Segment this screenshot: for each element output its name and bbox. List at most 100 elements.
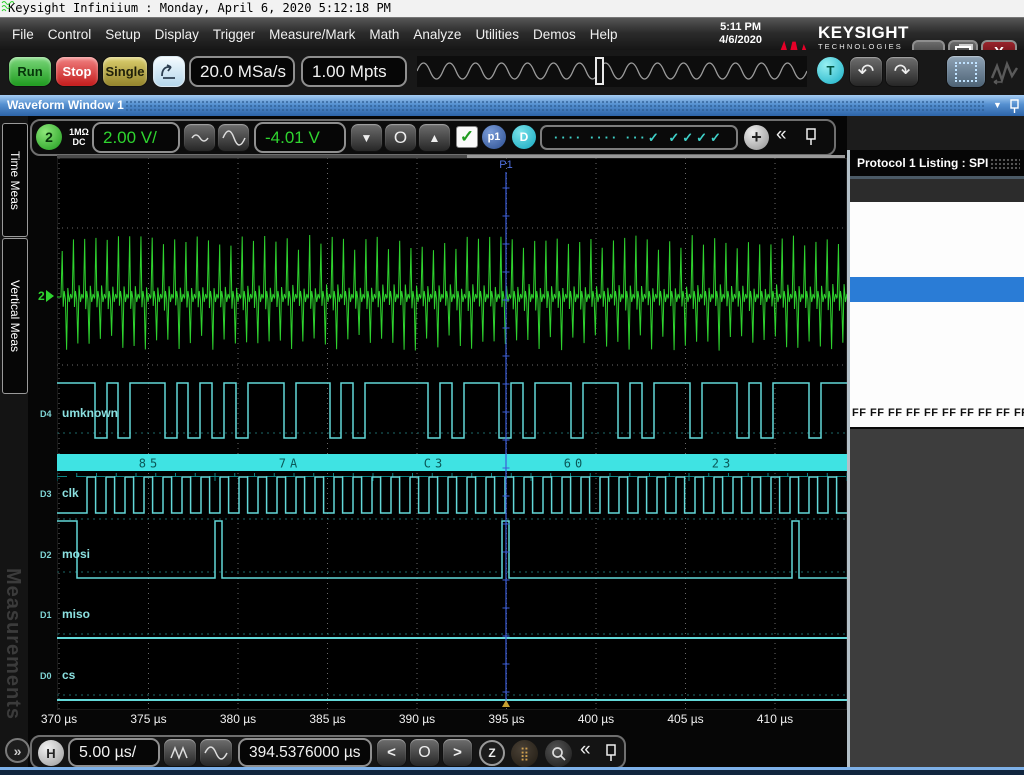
clock-time: 5:11 PM [719, 21, 762, 34]
menu-item-measure-mark[interactable]: Measure/Mark [269, 27, 355, 42]
waveform-window-titlebar[interactable]: Waveform Window 1 ▼ [0, 95, 1024, 116]
window-menu-chevron-icon[interactable]: ▼ [993, 95, 1002, 116]
channel2-ground-marker[interactable]: 2 [38, 289, 54, 303]
channel-label-id-d3[interactable]: D3 [40, 489, 52, 499]
d4-waveform[interactable] [57, 383, 847, 438]
protocol-data-row[interactable]: FF FF FF FF FF FF FF FF FF FF [850, 402, 1024, 429]
horizontal-position-display[interactable] [417, 56, 807, 87]
horizontal-position-slider[interactable] [595, 57, 604, 85]
channel-2-badge[interactable]: 2 [36, 124, 62, 150]
position-right-button[interactable]: > [442, 738, 473, 767]
d2-mosi-waveform[interactable] [57, 521, 847, 578]
menu-item-setup[interactable]: Setup [105, 27, 140, 42]
protocol-row-4[interactable] [850, 302, 1024, 329]
channel-label-name-d1[interactable]: miso [62, 607, 90, 621]
single-button[interactable]: Single [102, 56, 148, 87]
trigger-badge[interactable]: T [817, 57, 844, 84]
menu-item-help[interactable]: Help [590, 27, 618, 42]
offset-zero-button[interactable]: O [384, 123, 417, 152]
protocol-row-0[interactable] [850, 202, 1024, 229]
pin-icon[interactable] [1008, 99, 1020, 113]
scale-increase-button[interactable] [217, 123, 250, 152]
position-zero-button[interactable]: O [409, 738, 440, 767]
menu-item-trigger[interactable]: Trigger [213, 27, 255, 42]
protocol-row-2[interactable] [850, 252, 1024, 279]
collapse-chevrons-icon[interactable]: « [580, 739, 591, 761]
touch-button[interactable] [153, 56, 185, 87]
compressed-wave-icon [170, 746, 190, 760]
panel-grip-texture [990, 158, 1020, 169]
search-button[interactable] [545, 740, 572, 767]
expand-panel-button[interactable]: » [5, 738, 30, 763]
horizontal-badge[interactable]: H [38, 740, 64, 766]
impedance-coupling-label[interactable]: 1MΩDC [66, 127, 92, 147]
horizontal-position-field[interactable]: 394.5376000 µs [238, 738, 372, 767]
os-titlebar[interactable]: Keysight Infiniium : Monday, April 6, 20… [0, 0, 1024, 17]
digital-badge[interactable]: D [512, 125, 536, 149]
dots-icon: ⣿ [520, 746, 530, 762]
protocol-row-3[interactable] [850, 277, 1024, 304]
analog-channel2-waveform[interactable] [57, 235, 847, 351]
channel-display-checkbox[interactable]: ✓ [456, 126, 478, 148]
clock: 5:11 PM 4/6/2020 [719, 21, 762, 47]
channel-offset-field[interactable]: -4.01 V [254, 122, 346, 153]
channel-label-name-d4[interactable]: umknown [62, 406, 118, 420]
memory-depth-field[interactable]: 1.00 Mpts [301, 56, 407, 87]
menu-item-control[interactable]: Control [48, 27, 92, 42]
waveform-drag-tool-icon[interactable] [990, 58, 1020, 86]
channel-label-name-d3[interactable]: clk [62, 486, 79, 500]
menu-item-demos[interactable]: Demos [533, 27, 576, 42]
timebase-scale-field[interactable]: 5.00 µs/ [68, 738, 160, 767]
position-left-button[interactable]: < [376, 738, 407, 767]
grab-dots-button[interactable]: ⣿ [511, 740, 538, 767]
tab-vertical-meas[interactable]: Vertical Meas [2, 238, 28, 394]
probe-badge[interactable]: p1 [482, 125, 506, 149]
protocol-row-6[interactable] [850, 352, 1024, 379]
select-region-tool-button[interactable] [946, 55, 986, 88]
d3-clk-waveform[interactable] [57, 477, 847, 513]
pin-icon[interactable] [804, 128, 818, 146]
channel-scale-field[interactable]: 2.00 V/ [92, 122, 180, 153]
zoom-mode-button[interactable]: Z [479, 740, 505, 766]
redo-button[interactable]: ↷ [885, 56, 919, 87]
menu-item-file[interactable]: File [12, 27, 34, 42]
menu-item-display[interactable]: Display [155, 27, 199, 42]
stop-button[interactable]: Stop [55, 56, 99, 87]
time-tick-label-0: 370 µs [41, 712, 77, 726]
offset-up-button[interactable]: ▲ [418, 123, 451, 152]
protocol-row-5[interactable] [850, 327, 1024, 354]
offset-down-button[interactable]: ▼ [350, 123, 383, 152]
protocol-row-1[interactable] [850, 227, 1024, 254]
tab-time-meas[interactable]: Time Meas [2, 123, 28, 237]
channel-label-id-d4[interactable]: D4 [40, 409, 52, 419]
menu-item-utilities[interactable]: Utilities [475, 27, 519, 42]
time-tick-label-1: 375 µs [130, 712, 166, 726]
pin-icon[interactable] [604, 744, 618, 762]
sample-rate-field[interactable]: 20.0 MSa/s [189, 56, 295, 87]
menu-item-analyze[interactable]: Analyze [413, 27, 461, 42]
scale-decrease-button[interactable] [183, 123, 216, 152]
bus-value-4: 23 [712, 457, 734, 471]
channel-label-id-d2[interactable]: D2 [40, 550, 52, 560]
menu-items: File Control Setup Display Trigger Measure/Ma… [12, 18, 617, 51]
digital-channel-pattern-display[interactable]: ···· ···· ···✓ ✓✓✓✓ [540, 125, 738, 150]
sine-wave-graphic [417, 63, 807, 79]
channel-label-id-d0[interactable]: D0 [40, 671, 52, 681]
collapse-chevrons-icon[interactable]: « [776, 124, 787, 146]
channel-label-name-d2[interactable]: mosi [62, 547, 90, 561]
zoom-in-time-button[interactable] [199, 738, 233, 767]
zoom-out-time-button[interactable] [163, 738, 197, 767]
add-channel-button[interactable]: + [744, 125, 769, 150]
protocol-row-7[interactable] [850, 377, 1024, 404]
right-arrow-icon: > [453, 744, 462, 761]
protocol-panel-title[interactable]: Protocol 1 Listing : SPI [850, 150, 1024, 176]
undo-button[interactable]: ↶ [849, 56, 883, 87]
channel-label-name-d0[interactable]: cs [62, 668, 75, 682]
menu-item-math[interactable]: Math [369, 27, 399, 42]
time-tick-label-7: 405 µs [667, 712, 703, 726]
channel-label-id-d1[interactable]: D1 [40, 610, 52, 620]
run-button[interactable]: Run [8, 56, 52, 87]
waveform-plot[interactable]: 857AC36023P1 [57, 158, 847, 710]
p1-bottom-handle[interactable] [502, 700, 510, 707]
brand-name: KEYSIGHT [818, 23, 909, 43]
